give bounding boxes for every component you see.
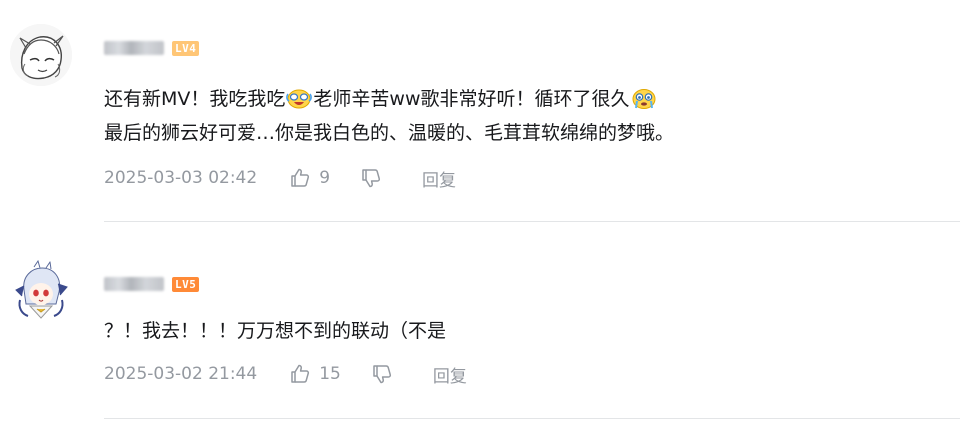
comment-text-segment: 最后的狮云好可爱…你是我白色的、温暖的、毛茸茸软绵绵的梦哦。	[104, 122, 675, 144]
username[interactable]	[104, 41, 164, 55]
dislike-button[interactable]	[360, 167, 382, 189]
reply-button[interactable]: 回复	[433, 362, 467, 387]
line-art-avatar-icon	[10, 24, 72, 86]
comment-list: LV4 还有新MV！我吃我吃 老师辛苦ww歌非常好听！循环了很久 最后的狮云好可…	[0, 0, 960, 429]
comment-meta: 2025-03-02 21:44 15 回复	[104, 361, 467, 387]
thumbs-up-icon	[291, 364, 310, 383]
comment-text-segment: ？！我去！！！万万想不到的联动（不是	[104, 320, 447, 342]
avatar[interactable]	[10, 24, 72, 86]
reply-button[interactable]: 回复	[422, 166, 456, 191]
level-badge: LV5	[172, 276, 200, 292]
username[interactable]	[104, 277, 164, 291]
thumbs-down-icon	[362, 169, 381, 188]
divider	[104, 221, 960, 222]
level-badge: LV4	[172, 40, 200, 56]
thumbs-up-icon	[291, 168, 310, 187]
avatar[interactable]	[10, 260, 72, 322]
comment-text: 还有新MV！我吃我吃 老师辛苦ww歌非常好听！循环了很久 最后的狮云好可爱…你是…	[104, 82, 924, 150]
crying-emote-icon	[631, 86, 657, 110]
like-count: 15	[319, 364, 341, 384]
user-row: LV5	[104, 272, 200, 296]
laughing-tears-emote-icon	[286, 86, 313, 110]
like-count: 9	[319, 168, 331, 188]
comment-text: ？！我去！！！万万想不到的联动（不是	[104, 314, 924, 348]
like-button[interactable]: 9	[289, 167, 330, 189]
thumbs-down-icon	[373, 365, 391, 384]
dislike-button[interactable]	[371, 363, 393, 385]
comment-text-segment: 老师辛苦ww歌非常好听！循环了很久	[313, 88, 630, 110]
anime-girl-avatar-icon	[10, 260, 72, 322]
like-button[interactable]: 15	[289, 363, 341, 385]
comment-text-segment: 还有新MV！我吃我吃	[104, 88, 286, 110]
comment-meta: 2025-03-03 02:42 9 回复	[104, 165, 456, 191]
divider	[104, 418, 960, 419]
user-row: LV4	[104, 36, 200, 60]
timestamp: 2025-03-02 21:44	[104, 364, 258, 384]
timestamp: 2025-03-03 02:42	[104, 168, 258, 188]
